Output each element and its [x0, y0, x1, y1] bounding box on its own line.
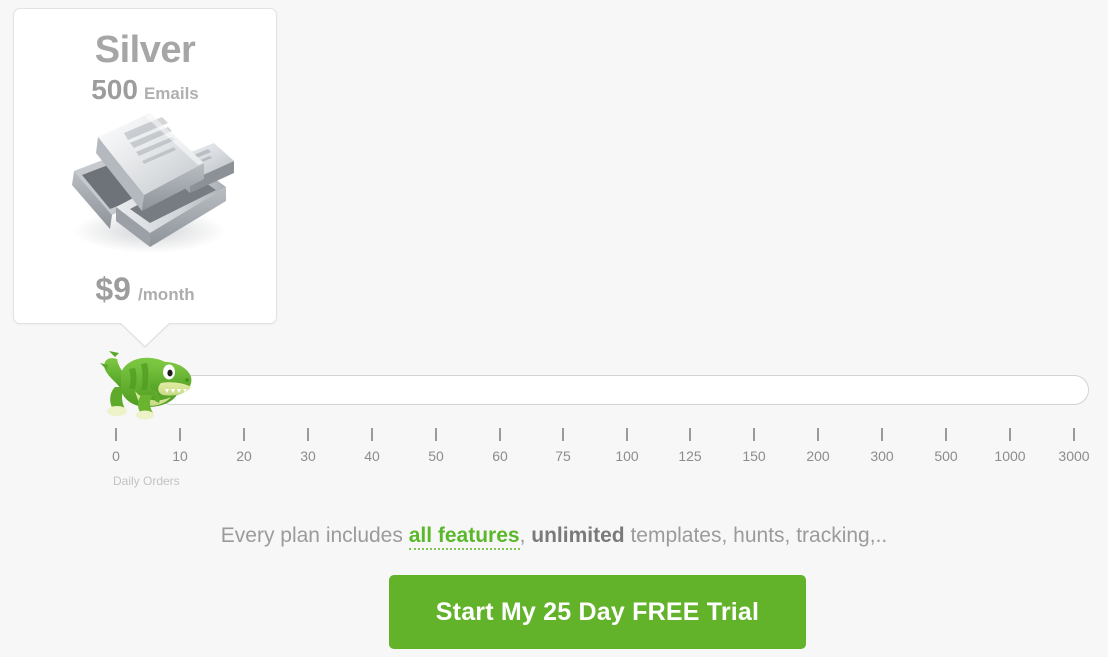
tick-label: 1000 [994, 448, 1026, 464]
tick-label: 30 [300, 448, 316, 464]
tick-mark [562, 428, 564, 441]
axis-tick[interactable]: 150 [734, 428, 774, 464]
tick-mark [1073, 428, 1075, 441]
tick-label: 200 [806, 448, 830, 464]
axis-tick[interactable]: 10 [160, 428, 200, 464]
axis-tick[interactable]: 40 [352, 428, 392, 464]
silver-bars-icon [58, 103, 235, 266]
axis-tick[interactable]: 200 [798, 428, 838, 464]
tick-mark [626, 428, 628, 441]
footnote-prefix: Every plan includes [220, 524, 409, 547]
plan-price: $9/month [14, 271, 276, 308]
axis-tick[interactable]: 500 [926, 428, 966, 464]
tick-label: 500 [934, 448, 958, 464]
tick-label: 75 [555, 448, 571, 464]
tick-label: 40 [364, 448, 380, 464]
pricing-plan-card[interactable]: Silver 500 Emails $9 /month [13, 8, 277, 324]
axis-tick[interactable]: 3000 [1054, 428, 1094, 464]
start-free-trial-button[interactable]: Start My 25 Day FREE Trial [389, 575, 806, 649]
axis-tick[interactable]: 20 [224, 428, 264, 464]
axis-tick[interactable]: 60 [480, 428, 520, 464]
footnote-suffix: templates, hunts, tracking,.. [624, 524, 888, 547]
tick-mark [307, 428, 309, 441]
axis-tick[interactable]: 125 [670, 428, 710, 464]
tick-label: 20 [236, 448, 252, 464]
tick-label: 100 [615, 448, 639, 464]
tick-label: 3000 [1058, 448, 1090, 464]
trex-dinosaur-icon[interactable] [95, 339, 195, 421]
tick-label: 300 [870, 448, 894, 464]
slider-track[interactable] [157, 375, 1089, 405]
footnote-unlimited: unlimited [531, 524, 625, 547]
tick-label: 150 [742, 448, 766, 464]
slider-axis: 0 10 20 30 40 50 60 75 100 125 150 200 3… [0, 428, 1108, 472]
tick-mark [753, 428, 755, 441]
tick-label: 125 [678, 448, 702, 464]
tick-mark [881, 428, 883, 441]
tick-label: 50 [428, 448, 444, 464]
tick-mark [179, 428, 181, 441]
tick-mark [817, 428, 819, 441]
axis-tick[interactable]: 0 [96, 428, 136, 464]
tick-mark [689, 428, 691, 441]
axis-tick[interactable]: 1000 [990, 428, 1030, 464]
plan-quota-value: 500 [91, 73, 138, 105]
axis-tick[interactable]: 300 [862, 428, 902, 464]
tick-mark [371, 428, 373, 441]
all-features-link[interactable]: all features [408, 524, 520, 550]
axis-tick[interactable]: 75 [543, 428, 583, 464]
plan-quota: 500 Emails [14, 74, 276, 106]
axis-tick[interactable]: 50 [416, 428, 456, 464]
plan-footnote: Every plan includes all features, unlimi… [0, 524, 1108, 550]
plan-price-amount: $9 [95, 271, 131, 307]
axis-tick[interactable]: 100 [607, 428, 647, 464]
tick-mark [1009, 428, 1011, 441]
axis-caption: Daily Orders [113, 474, 180, 488]
axis-tick[interactable]: 30 [288, 428, 328, 464]
plan-price-period: /month [137, 285, 195, 304]
tick-label: 0 [112, 448, 120, 464]
tick-mark [243, 428, 245, 441]
tick-label: 60 [492, 448, 508, 464]
tick-mark [435, 428, 437, 441]
tick-mark [115, 428, 117, 441]
plan-slider[interactable] [0, 351, 1108, 420]
tick-label: 10 [172, 448, 188, 464]
tick-mark [499, 428, 501, 441]
footnote-separator: , [519, 524, 532, 547]
plan-quota-unit: Emails [143, 83, 199, 103]
plan-title: Silver [94, 29, 196, 71]
tick-mark [945, 428, 947, 441]
